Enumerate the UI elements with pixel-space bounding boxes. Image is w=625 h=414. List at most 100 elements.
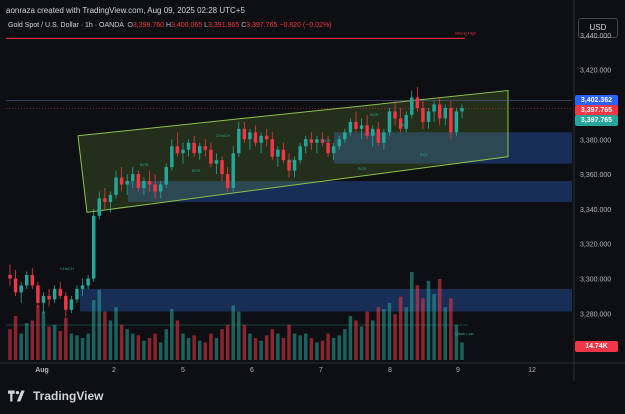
candle-body xyxy=(153,184,157,192)
volume-bar xyxy=(80,338,85,360)
candle-body xyxy=(164,167,168,185)
volume-bar xyxy=(276,333,280,360)
candle-body xyxy=(136,174,141,188)
volume-bar xyxy=(387,302,392,360)
candle-body xyxy=(69,299,74,310)
candle-body xyxy=(86,278,90,286)
candle-body xyxy=(264,135,269,140)
volume-bar xyxy=(8,329,12,360)
x-tick-label: 12 xyxy=(528,367,536,374)
volume-bar xyxy=(64,317,68,360)
volume-bar xyxy=(370,320,375,360)
candle-body xyxy=(393,111,397,119)
volume-bar xyxy=(320,340,325,360)
y-tick-label: 3,360.000 xyxy=(580,172,611,179)
candle-body xyxy=(443,107,447,119)
candle-body xyxy=(432,104,436,112)
volume-bar xyxy=(237,311,241,360)
x-tick-label: 2 xyxy=(112,367,116,374)
volume-bar xyxy=(136,335,141,360)
candle-body xyxy=(209,149,213,164)
volume-bar xyxy=(309,338,314,360)
volume-bar xyxy=(443,307,447,360)
volume-bar xyxy=(225,324,230,360)
candle-body xyxy=(80,285,85,289)
candle-body xyxy=(460,107,464,112)
candle-body xyxy=(449,107,453,133)
brand[interactable]: TradingView xyxy=(8,389,103,403)
structure-label: EQL xyxy=(420,152,429,157)
y-tick-label: 3,340.000 xyxy=(580,207,611,214)
candle-body xyxy=(370,128,375,136)
candle-body xyxy=(348,121,353,133)
volume-bar xyxy=(343,329,347,360)
volume-bar xyxy=(25,323,29,360)
volume-bar xyxy=(19,333,23,360)
volume-bar xyxy=(175,320,180,360)
candle-body xyxy=(203,146,208,150)
candle-body xyxy=(337,139,341,147)
candle-body xyxy=(114,177,118,195)
candle-body xyxy=(387,111,392,133)
volume-bar xyxy=(209,333,213,360)
structure-label: BOS xyxy=(370,112,379,117)
price-chart[interactable]: 3,440.0003,420.0003,400.0003,380.0003,36… xyxy=(0,0,625,414)
candle-body xyxy=(192,142,196,154)
candle-body xyxy=(421,107,425,122)
candle-body xyxy=(131,174,135,182)
volume-bar xyxy=(41,311,46,360)
candle-body xyxy=(119,177,124,185)
candle-body xyxy=(454,111,459,133)
x-tick-label: 9 xyxy=(456,367,460,374)
candle-body xyxy=(281,149,286,161)
volume-bar xyxy=(426,280,431,360)
chart-frame: aonraza created with TradingView.com, Au… xyxy=(0,0,625,414)
candle-body xyxy=(242,128,247,140)
volume-bar xyxy=(398,296,403,360)
volume-bar xyxy=(108,320,113,360)
volume-bar xyxy=(75,335,79,360)
structure-label: BOS xyxy=(192,168,201,173)
volume-bar xyxy=(30,320,35,360)
volume-bar xyxy=(147,338,152,360)
candle-body xyxy=(259,135,263,143)
y-tick-label: 3,300.000 xyxy=(580,276,611,283)
volume-bar xyxy=(197,340,202,360)
candle-body xyxy=(64,295,68,310)
candle-body xyxy=(343,132,347,140)
volume-bar xyxy=(158,342,163,360)
demand-zone xyxy=(80,288,572,312)
volume-bar xyxy=(382,308,386,360)
volume-bar xyxy=(354,320,358,360)
structure-label: BOS xyxy=(400,122,409,127)
volume-bar xyxy=(460,342,464,360)
volume-bar xyxy=(192,335,196,360)
candle-body xyxy=(214,160,219,164)
volume-bar xyxy=(259,340,263,360)
candle-body xyxy=(58,288,62,296)
candle-body xyxy=(382,132,386,143)
candle-body xyxy=(437,104,442,119)
volume-bar xyxy=(437,279,442,360)
candle-body xyxy=(170,146,174,168)
volume-bar xyxy=(326,333,330,360)
candle-body xyxy=(354,121,358,129)
volume-bar xyxy=(153,333,157,360)
candle-body xyxy=(186,142,191,150)
volume-bar xyxy=(86,333,90,360)
structure-label: BOS xyxy=(322,138,331,143)
structure-label: CHoCH xyxy=(60,266,74,271)
x-tick-label: 7 xyxy=(319,367,323,374)
candle-body xyxy=(220,160,224,175)
volume-bar xyxy=(142,340,146,360)
candle-body xyxy=(231,153,235,188)
candle-body xyxy=(75,288,79,300)
structure-label: CHoCH xyxy=(216,133,230,138)
candle-body xyxy=(13,278,18,293)
volume-bar xyxy=(231,305,235,360)
y-tick-label: 3,280.000 xyxy=(580,311,611,318)
candle-body xyxy=(410,97,414,115)
candle-body xyxy=(197,146,202,154)
volume-bar xyxy=(58,330,62,360)
volume-bar xyxy=(13,316,18,360)
